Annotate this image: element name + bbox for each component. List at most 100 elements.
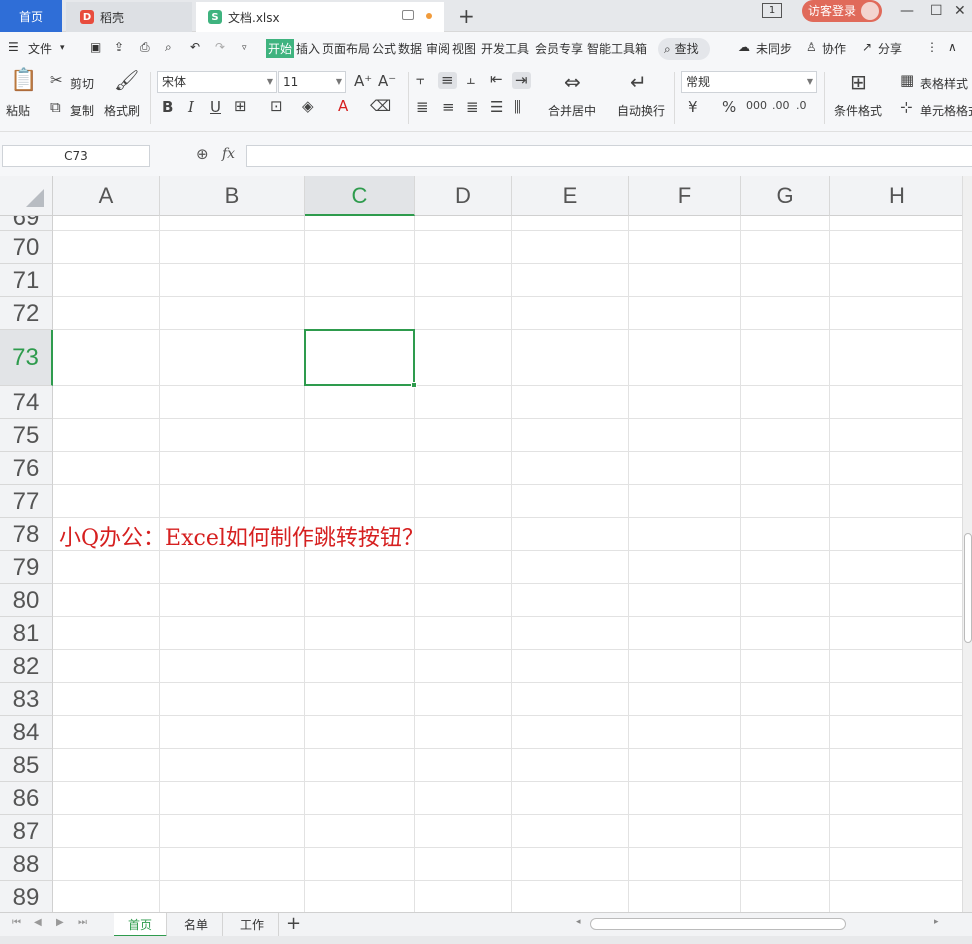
row-header-72[interactable]: 72: [0, 297, 53, 330]
scroll-right-icon[interactable]: ▸: [934, 917, 939, 927]
zoom-formula-icon[interactable]: ⊕: [196, 145, 209, 163]
unsync-status[interactable]: 未同步: [756, 40, 792, 57]
menu-formula[interactable]: 公式: [372, 40, 396, 57]
paste-button[interactable]: 粘贴: [6, 102, 30, 119]
share-button[interactable]: 分享: [878, 40, 902, 57]
currency-icon[interactable]: ¥: [688, 100, 698, 115]
menu-developer[interactable]: 开发工具: [481, 40, 529, 57]
hamburger-icon[interactable]: ☰: [8, 40, 19, 54]
tab-daoke[interactable]: D 稻壳: [66, 2, 192, 32]
menu-view[interactable]: 视图: [452, 40, 476, 57]
menu-insert[interactable]: 插入: [296, 40, 320, 57]
column-header-h[interactable]: H: [830, 176, 962, 216]
close-button[interactable]: ✕: [954, 3, 966, 19]
row-header-80[interactable]: 80: [0, 584, 53, 617]
fx-button[interactable]: fx: [222, 146, 235, 162]
save-icon[interactable]: ▣: [90, 40, 101, 54]
search-button[interactable]: ⌕ 查找: [658, 38, 710, 60]
row-header-77[interactable]: 77: [0, 485, 53, 518]
selected-cell[interactable]: [304, 329, 415, 386]
more-icon[interactable]: ⋮: [926, 40, 938, 54]
row-header-70[interactable]: 70: [0, 231, 53, 264]
menu-start[interactable]: 开始: [266, 39, 295, 58]
row-header-75[interactable]: 75: [0, 419, 53, 452]
collab-icon[interactable]: ♙: [806, 40, 817, 54]
menu-member[interactable]: 会员专享: [535, 40, 583, 57]
select-all-corner[interactable]: [0, 176, 53, 216]
export-icon[interactable]: ⇪: [114, 40, 124, 54]
next-sheet-icon[interactable]: ▶: [56, 917, 64, 928]
number-format-select[interactable]: 常规 ▼: [681, 71, 817, 93]
column-header-b[interactable]: B: [160, 176, 305, 216]
paste-icon[interactable]: 📋: [10, 70, 37, 92]
wrap-text-button[interactable]: 自动换行: [617, 102, 665, 119]
cut-button[interactable]: 剪切: [70, 75, 94, 92]
sheet-tab-work[interactable]: 工作: [226, 913, 280, 937]
row-header-84[interactable]: 84: [0, 716, 53, 749]
merge-center-button[interactable]: 合并居中: [548, 102, 596, 119]
vertical-scrollbar[interactable]: [962, 176, 972, 912]
prev-sheet-icon[interactable]: ◀: [34, 917, 42, 928]
column-header-e[interactable]: E: [512, 176, 629, 216]
menu-data[interactable]: 数据: [398, 40, 422, 57]
align-left-icon[interactable]: ≣: [416, 100, 429, 115]
scroll-left-icon[interactable]: ◂: [576, 917, 581, 927]
font-name-select[interactable]: 宋体 ▼: [157, 71, 277, 93]
new-tab-button[interactable]: +: [458, 4, 475, 28]
row-header-78[interactable]: 78: [0, 518, 53, 551]
visitor-login-button[interactable]: 访客登录: [802, 0, 882, 22]
row-header-74[interactable]: 74: [0, 386, 53, 419]
maximize-button[interactable]: ☐: [930, 3, 943, 19]
underline-button[interactable]: U: [210, 100, 221, 115]
row-header-71[interactable]: 71: [0, 264, 53, 297]
table-style-button[interactable]: 表格样式: [920, 75, 968, 92]
sheet-tab-list[interactable]: 名单: [170, 913, 224, 937]
row-header-85[interactable]: 85: [0, 749, 53, 782]
row-header-82[interactable]: 82: [0, 650, 53, 683]
thousands-icon[interactable]: 000: [746, 100, 767, 111]
scissors-icon[interactable]: ✂: [50, 73, 63, 88]
row-header-79[interactable]: 79: [0, 551, 53, 584]
menu-review[interactable]: 审阅: [426, 40, 450, 57]
table-style-icon[interactable]: ▦: [900, 73, 914, 88]
chevron-down-icon[interactable]: ▾: [60, 43, 65, 53]
cond-format-button[interactable]: 条件格式: [834, 102, 882, 119]
clear-format-icon[interactable]: ⌫: [370, 99, 391, 114]
format-painter-icon[interactable]: 🖌: [114, 70, 139, 90]
italic-button[interactable]: I: [188, 100, 194, 115]
horizontal-scroll-thumb[interactable]: [590, 918, 846, 930]
collab-button[interactable]: 协作: [822, 40, 846, 57]
cell-style-button[interactable]: 单元格格式: [920, 102, 972, 119]
menu-page-layout[interactable]: 页面布局: [322, 40, 370, 57]
row-header-87[interactable]: 87: [0, 815, 53, 848]
cond-format-icon[interactable]: ⊞: [850, 72, 867, 92]
vertical-scroll-thumb[interactable]: [964, 533, 972, 643]
cloud-sync-icon[interactable]: ☁: [738, 40, 750, 54]
collapse-ribbon-icon[interactable]: ∧: [948, 40, 957, 54]
align-bottom-icon[interactable]: ⫠: [466, 72, 475, 87]
row-header-76[interactable]: 76: [0, 452, 53, 485]
align-top-icon[interactable]: ⫟: [416, 72, 425, 87]
first-sheet-icon[interactable]: ⏮: [12, 917, 21, 928]
cell-banner-text[interactable]: 小Q办公：Excel如何制作跳转按钮？: [59, 520, 424, 552]
column-header-d[interactable]: D: [415, 176, 512, 216]
customize-toolbar-icon[interactable]: ▿: [242, 43, 247, 53]
add-sheet-button[interactable]: +: [286, 913, 301, 934]
minimize-button[interactable]: —: [900, 3, 914, 19]
column-header-f[interactable]: F: [629, 176, 741, 216]
copy-button[interactable]: 复制: [70, 102, 94, 119]
indent-increase-icon[interactable]: ⇥: [512, 72, 531, 89]
share-icon[interactable]: ↗: [862, 40, 872, 54]
copy-icon[interactable]: ⧉: [50, 100, 61, 115]
merge-center-icon[interactable]: ⇔: [564, 72, 581, 92]
undo-icon[interactable]: ↶: [190, 40, 200, 54]
align-right-icon[interactable]: ≣: [466, 100, 479, 115]
row-header-83[interactable]: 83: [0, 683, 53, 716]
bold-button[interactable]: B: [162, 100, 173, 115]
borders-icon[interactable]: ⊞: [234, 99, 247, 114]
percent-icon[interactable]: %: [722, 100, 736, 115]
column-header-g[interactable]: G: [741, 176, 830, 216]
menu-file[interactable]: 文件: [28, 40, 52, 57]
align-center-icon[interactable]: ≡: [442, 100, 455, 115]
fill-color-icon[interactable]: ◈: [302, 99, 314, 114]
